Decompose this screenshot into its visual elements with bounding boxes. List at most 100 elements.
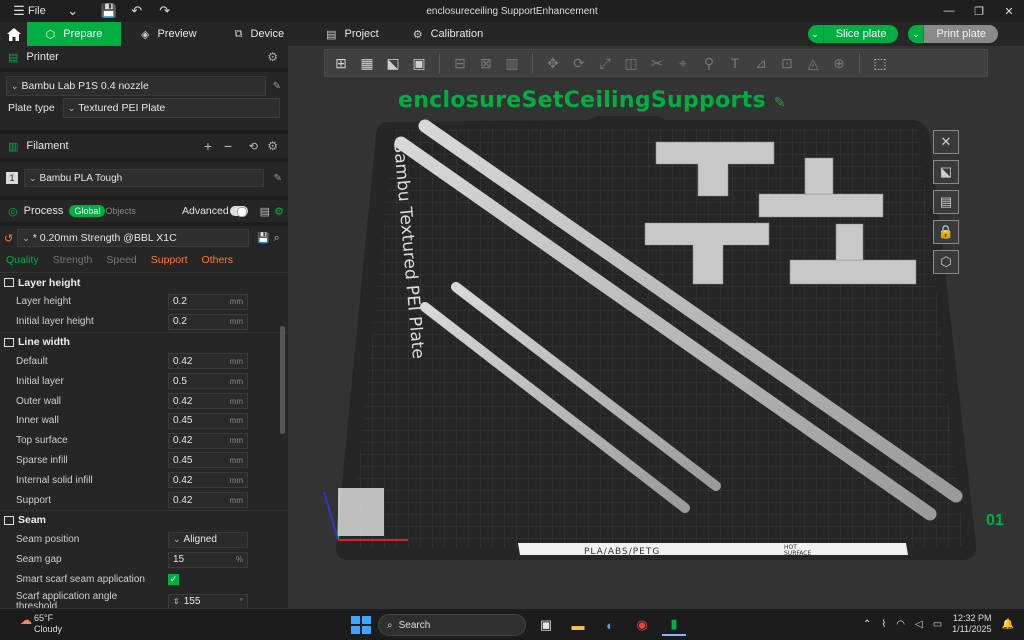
param-row: Sparse infill 0.45 mm [0, 451, 288, 471]
settings-icon[interactable]: ⬡ [933, 250, 959, 274]
param-label: Top surface [16, 435, 68, 447]
process-preset-row: ↺ ⌄ * 0.20mm Strength @BBL X1C 💾 ⌕ [0, 226, 288, 250]
tab-preview[interactable]: ◈ Preview [121, 22, 211, 46]
param-input[interactable]: 0.45 mm [168, 452, 248, 469]
tab-support[interactable]: Support [151, 254, 188, 266]
param-input[interactable]: ⇕ 155 ° [168, 594, 248, 608]
battery-icon[interactable]: ▭ [933, 619, 942, 630]
objects-toggle[interactable]: Objects [105, 206, 136, 216]
param-label: Outer wall [16, 395, 62, 407]
settings-icon[interactable]: ⚙ [274, 205, 284, 218]
reset-icon[interactable]: ↺ [4, 232, 13, 245]
filament-select[interactable]: ⌄ Bambu PLA Tough [24, 169, 264, 187]
slice-plate-button[interactable]: ⌄ Slice plate [807, 25, 899, 43]
param-input[interactable]: 15% [168, 551, 248, 568]
search-input[interactable]: ⌕ Search [378, 614, 526, 636]
chrome-icon[interactable]: ◉ [630, 614, 654, 636]
process-preset-select[interactable]: ⌄ * 0.20mm Strength @BBL X1C [17, 229, 250, 247]
bambu-studio-icon[interactable]: ▮ [662, 614, 686, 636]
filament-name: Bambu PLA Tough [39, 172, 123, 184]
tab-device[interactable]: ⧉ Device [211, 22, 298, 46]
redo-icon[interactable]: ↷ [154, 3, 176, 19]
file-explorer-icon[interactable]: ▬ [566, 614, 590, 636]
undo-icon[interactable]: ↶ [126, 3, 148, 19]
plate-type-row: Plate type ⌄ Textured PEI Plate [0, 96, 288, 120]
calibration-icon: ⚙ [412, 28, 423, 41]
global-toggle[interactable]: Global [69, 205, 106, 217]
gear-icon[interactable]: ⚙ [267, 139, 278, 153]
save-icon[interactable]: 💾 [98, 3, 120, 19]
3d-viewport[interactable]: ⊞ ▦ ⬕ ▣ ⊟ ⊠ ▥ ✥ ⟳ ⤢ ◫ ✂ ⌖ ⚲ T ⊿ ⊡ ◬ ⊕ ⬚ … [288, 46, 1024, 608]
clock[interactable]: 12:32 PM 1/11/2025 [952, 613, 991, 635]
compare-icon[interactable]: ▤ [260, 205, 270, 218]
main-nav: ⬡ Prepare ◈ Preview ⧉ Device ▤ Project ⚙… [0, 22, 1024, 46]
tab-strength[interactable]: Strength [53, 254, 93, 266]
print-plate-button[interactable]: ⌄ Print plate [908, 25, 998, 43]
param-input[interactable]: 0.42 mm [168, 393, 248, 410]
param-input[interactable]: 0.5 mm [168, 373, 248, 390]
home-button[interactable] [0, 22, 27, 46]
weather-widget[interactable]: ☁ 65°F Cloudy [20, 613, 62, 635]
param-label: Support [16, 494, 52, 506]
param-input[interactable]: 0.42 mm [168, 432, 248, 449]
tab-others[interactable]: Others [202, 254, 234, 266]
app-window: ☰ File ⌄ 💾 ↶ ↷ enclosureceiling SupportE… [0, 0, 1024, 608]
start-button[interactable] [350, 615, 371, 635]
search-icon[interactable]: ⌕ [274, 232, 280, 245]
chevron-up-icon[interactable]: ⌃ [863, 619, 871, 630]
plate-type-value: Textured PEI Plate [78, 102, 166, 114]
wifi-icon[interactable]: ◠ [896, 619, 905, 630]
hamburger-icon[interactable]: ☰ [8, 3, 30, 19]
add-filament-icon[interactable]: + [204, 138, 212, 154]
tab-speed[interactable]: Speed [106, 254, 136, 266]
param-input[interactable]: 0.42 mm [168, 353, 248, 370]
notification-icon[interactable]: 🔔 [1002, 619, 1014, 630]
param-label: Default [16, 355, 48, 367]
edit-icon[interactable]: ✎ [274, 173, 282, 184]
param-input[interactable]: 0.42 mm [168, 492, 248, 509]
printer-select[interactable]: ⌄ Bambu Lab P1S 0.4 nozzle ✎ [6, 76, 281, 96]
gear-icon[interactable]: ⚙ [267, 50, 278, 64]
chevron-down-icon[interactable]: ⌄ [908, 25, 925, 43]
tab-project[interactable]: ▤ Project [298, 22, 393, 46]
edge-icon[interactable]: ◐ [598, 614, 622, 636]
chevron-down-icon[interactable]: ⌄ [807, 25, 824, 43]
plate-number[interactable]: 01 [986, 512, 1004, 530]
plate-tools: ✕ ⬕ ▤ 🔒 ⬡ [933, 130, 959, 274]
param-input[interactable]: 0.45 mm [168, 412, 248, 429]
sidebar-scrollbar[interactable] [280, 326, 285, 434]
auto-orient-icon[interactable]: ⬕ [933, 160, 959, 184]
seam-position-select[interactable]: ⌄ Aligned [168, 531, 248, 548]
tab-quality[interactable]: Quality [6, 254, 39, 266]
sync-icon[interactable]: ⟲ [249, 140, 258, 153]
param-input[interactable]: 0.2 mm [168, 293, 248, 310]
scarf-seam-checkbox[interactable]: ✓ [168, 573, 179, 585]
close-icon[interactable]: ✕ [933, 130, 959, 154]
param-input[interactable]: 0.2 mm [168, 313, 248, 330]
arrange-icon[interactable]: ▤ [933, 190, 959, 214]
search-icon: ⌕ [387, 619, 393, 631]
volume-icon[interactable]: ◁ [915, 619, 923, 630]
tab-calibration[interactable]: ⚙ Calibration [393, 22, 497, 46]
printer-section-header: ▤ Printer ⚙ [0, 46, 288, 68]
window-controls: — ❐ ✕ [934, 0, 1024, 22]
advanced-toggle[interactable] [230, 206, 248, 217]
process-icon: ◎ [8, 205, 18, 218]
file-menu[interactable]: File [28, 5, 46, 17]
remove-filament-icon[interactable]: − [224, 138, 232, 154]
restore-icon[interactable]: ❐ [964, 0, 994, 22]
close-icon[interactable]: ✕ [994, 0, 1024, 22]
network-icon[interactable]: ⌇ [881, 619, 886, 630]
param-row: Seam position ⌄ Aligned [0, 530, 288, 550]
printer-icon: ▤ [8, 51, 19, 64]
save-preset-icon[interactable]: 💾 [257, 233, 269, 244]
plate-type-select[interactable]: ⌄ Textured PEI Plate [62, 98, 280, 118]
edit-icon[interactable]: ✎ [273, 81, 281, 92]
chevron-down-icon[interactable]: ⌄ [62, 3, 84, 19]
minimize-icon[interactable]: — [934, 0, 964, 22]
param-input[interactable]: 0.42 mm [168, 472, 248, 489]
tab-prepare[interactable]: ⬡ Prepare [27, 22, 121, 46]
task-view-icon[interactable]: ▣ [534, 614, 558, 636]
lock-icon[interactable]: 🔒 [933, 220, 959, 244]
chevron-down-icon: ⌄ [22, 232, 30, 243]
